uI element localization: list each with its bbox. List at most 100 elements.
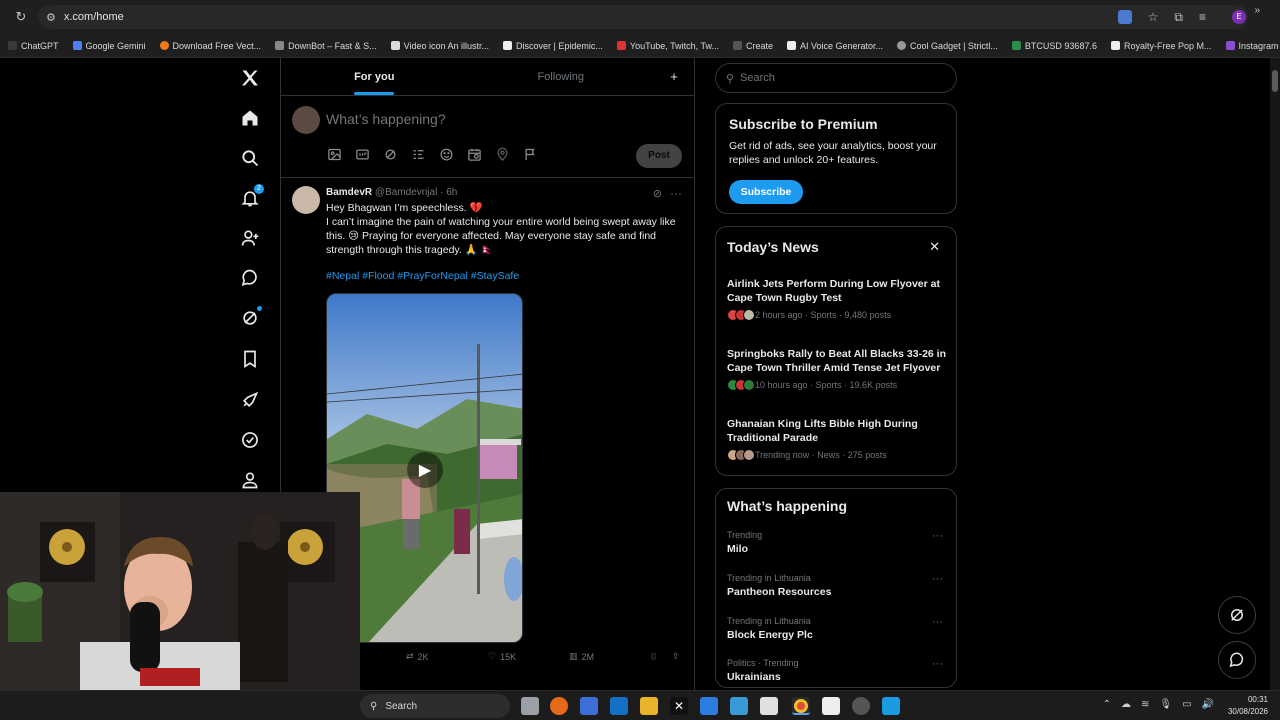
close-icon[interactable]: ✕: [929, 239, 940, 255]
like-button[interactable]: ♡ 15K: [488, 651, 516, 662]
trend-item[interactable]: Politics · Trending Ukrainians ···: [727, 658, 949, 683]
verified-icon[interactable]: [238, 428, 262, 452]
author-name[interactable]: BamdevR: [326, 187, 372, 198]
taskbar-search[interactable]: ⚲ Search: [360, 694, 510, 718]
address-bar[interactable]: ⚙ x.com/home: [38, 5, 1248, 29]
scrollbar[interactable]: [1270, 58, 1280, 698]
follow-icon[interactable]: [238, 226, 262, 250]
compose-input[interactable]: What’s happening?: [326, 111, 446, 127]
home-icon[interactable]: [238, 106, 262, 130]
bookmark-item[interactable]: Google Gemini: [67, 41, 152, 51]
task-view-icon[interactable]: [521, 697, 539, 715]
author-handle[interactable]: @Bamdevrijal · 6h: [375, 187, 457, 198]
poll-icon[interactable]: [410, 146, 427, 163]
bookmark-item[interactable]: BTCUSD 93687.6: [1006, 41, 1103, 51]
capcut-icon[interactable]: [760, 697, 778, 715]
explore-icon[interactable]: [238, 146, 262, 170]
search-input[interactable]: ⚲ Search: [715, 63, 957, 93]
notifications-icon[interactable]: 2: [238, 184, 264, 210]
tab-following[interactable]: Following: [468, 58, 655, 95]
messages-float-button[interactable]: [1218, 641, 1256, 679]
share-button[interactable]: ⇪: [672, 651, 680, 662]
reload-icon[interactable]: ↻: [12, 9, 30, 25]
bookmark-item[interactable]: Instagram Videos D...: [1220, 41, 1280, 51]
extension-icon[interactable]: [1117, 10, 1132, 24]
bookmark-star-icon[interactable]: ☆: [1148, 10, 1159, 25]
chevron-up-icon[interactable]: ⌃: [1103, 699, 1111, 710]
bookmark-item[interactable]: DownBot – Fast & S...: [269, 41, 383, 51]
trend-item[interactable]: Trending Milo ···: [727, 530, 949, 555]
hashtags[interactable]: #Nepal #Flood #PrayForNepal #StaySafe: [326, 270, 519, 282]
bookmarks-overflow-icon[interactable]: »: [1254, 5, 1260, 16]
bookmark-item[interactable]: Download Free Vect...: [154, 41, 268, 51]
copilot-icon[interactable]: [580, 697, 598, 715]
wifi-icon[interactable]: ≋: [1141, 699, 1149, 710]
bookmark-item[interactable]: Video icon An illustr...: [385, 41, 495, 51]
bookmark-item[interactable]: Cool Gadget | Strictl...: [891, 41, 1004, 51]
bookmark-button[interactable]: ⌷: [651, 651, 656, 662]
file-explorer-icon[interactable]: [640, 697, 658, 715]
steam-icon[interactable]: [882, 697, 900, 715]
site-settings-icon[interactable]: ⚙: [46, 11, 56, 24]
battery-icon[interactable]: ▭: [1182, 699, 1191, 710]
add-tab-button[interactable]: +: [654, 58, 694, 95]
microphone-icon[interactable]: 🎙: [1159, 699, 1172, 710]
bookmark-item[interactable]: Create: [727, 41, 779, 51]
onedrive-icon[interactable]: ☁: [1121, 699, 1131, 710]
trend-item[interactable]: Trending in Lithuania Block Energy Plc ·…: [727, 616, 949, 641]
retweet-button[interactable]: ⇄ 2K: [406, 651, 429, 662]
trend-item[interactable]: Trending in Lithuania Pantheon Resources…: [727, 573, 949, 598]
subscribe-button[interactable]: Subscribe: [729, 180, 803, 204]
profile-avatar[interactable]: E: [1232, 10, 1246, 24]
volume-icon[interactable]: 🔊: [1202, 699, 1214, 710]
more-icon[interactable]: ···: [932, 530, 943, 542]
outlook-icon[interactable]: [610, 697, 628, 715]
settings-icon[interactable]: [852, 697, 870, 715]
schedule-icon[interactable]: [466, 146, 483, 163]
bookmark-item[interactable]: YouTube, Twitch, Tw...: [611, 41, 725, 51]
news-item[interactable]: Ghanaian King Lifts Bible High During Tr…: [727, 417, 949, 461]
more-icon[interactable]: ···: [670, 186, 682, 200]
grok-icon[interactable]: [238, 306, 262, 330]
more-icon[interactable]: ···: [932, 616, 943, 628]
x-logo-icon[interactable]: [238, 66, 262, 90]
trend-topic: Milo: [727, 543, 748, 555]
news-item[interactable]: Springboks Rally to Beat All Blacks 33-2…: [727, 347, 949, 391]
bookmark-item[interactable]: Discover | Epidemic...: [497, 41, 609, 51]
grok-float-button[interactable]: [1218, 596, 1256, 634]
gif-icon[interactable]: [354, 146, 371, 163]
emoji-icon[interactable]: [438, 146, 455, 163]
capcut-alt-icon[interactable]: [822, 697, 840, 715]
firefox-icon[interactable]: [550, 697, 568, 715]
store-icon[interactable]: [700, 697, 718, 715]
extensions-puzzle-icon[interactable]: ⧉: [1174, 10, 1183, 25]
x-app-icon[interactable]: ✕: [670, 697, 688, 715]
tab-search-icon[interactable]: ≡: [1199, 10, 1206, 25]
share-icon: ⇪: [672, 651, 680, 661]
taskbar-search-label: Search: [385, 700, 418, 712]
grok-compose-icon[interactable]: [382, 146, 399, 163]
views-button[interactable]: ▥ 2M: [569, 651, 594, 662]
location-icon[interactable]: [494, 146, 511, 163]
profile-icon[interactable]: [238, 468, 262, 492]
news-item[interactable]: Airlink Jets Perform During Low Flyover …: [727, 277, 949, 321]
more-icon[interactable]: ···: [932, 573, 943, 585]
more-icon[interactable]: ···: [932, 658, 943, 670]
remote-icon[interactable]: [730, 697, 748, 715]
bookmark-item[interactable]: AI Voice Generator...: [781, 41, 889, 51]
bookmark-item[interactable]: Royalty-Free Pop M...: [1105, 41, 1218, 51]
chrome-icon[interactable]: [792, 697, 810, 715]
bookmark-item[interactable]: ChatGPT: [2, 41, 65, 51]
avatar[interactable]: [292, 186, 320, 214]
post-button[interactable]: Post: [636, 144, 682, 168]
play-icon[interactable]: ▶: [407, 452, 443, 488]
rocket-icon[interactable]: [238, 388, 262, 412]
grok-icon[interactable]: ⊘: [653, 187, 662, 200]
bookmarks-icon[interactable]: [238, 347, 262, 371]
messages-icon[interactable]: [238, 266, 262, 290]
scrollbar-thumb[interactable]: [1272, 70, 1278, 92]
clock[interactable]: 00:31 30/08/2026: [1228, 694, 1268, 718]
tab-for-you[interactable]: For you: [281, 58, 468, 95]
media-icon[interactable]: [326, 146, 343, 163]
flag-icon[interactable]: [522, 146, 539, 163]
